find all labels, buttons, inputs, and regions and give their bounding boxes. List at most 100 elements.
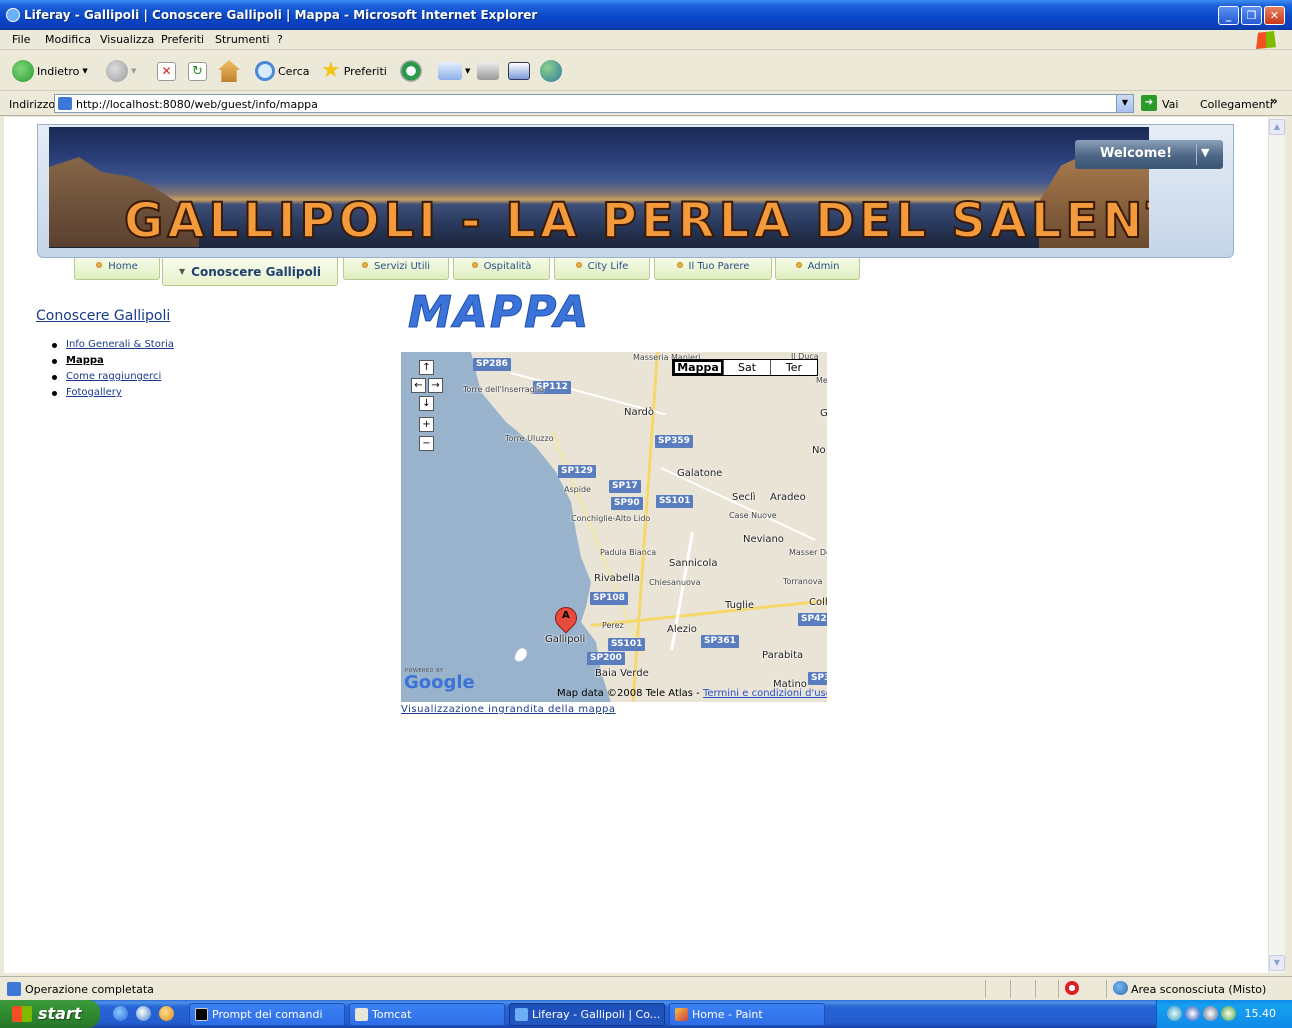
close-button[interactable]: ✕ (1264, 6, 1285, 25)
minimize-button[interactable]: _ (1218, 6, 1239, 25)
task-liferay[interactable]: Liferay - Gallipoli | Co... (509, 1003, 665, 1026)
tab-bullet-icon (361, 262, 368, 268)
ie-icon (515, 1008, 528, 1021)
welcome-dock[interactable]: Welcome! ▼ (1075, 140, 1223, 169)
task-prompt[interactable]: Prompt dei comandi (189, 1003, 345, 1026)
tab-conoscere-gallipoli[interactable]: ▼ Conoscere Gallipoli (162, 258, 338, 286)
map-place: Masser Donna L (789, 548, 827, 557)
scroll-down-icon[interactable]: ▼ (1269, 955, 1285, 971)
chevron-down-icon[interactable]: ▼ (1201, 146, 1209, 159)
back-button[interactable]: Indietro ▼ (12, 59, 88, 83)
browser-viewport: GALLIPOLI - LA PERLA DEL SALENTO Welcome… (4, 117, 1268, 973)
side-nav-title[interactable]: Conoscere Gallipoli (36, 308, 170, 324)
link-come-raggiungerci[interactable]: Come raggiungerci (66, 371, 161, 382)
pan-left-button[interactable]: ← (411, 378, 426, 393)
task-paint[interactable]: Home - Paint (669, 1003, 825, 1026)
forward-button[interactable]: ▼ (106, 59, 136, 83)
home-button[interactable] (218, 59, 240, 83)
map-place: Masseria Manieri (633, 353, 701, 362)
stop-button[interactable]: ✕ (157, 59, 176, 83)
task-tomcat[interactable]: Tomcat (349, 1003, 505, 1026)
link-info-generali[interactable]: Info Generali & Storia (66, 339, 174, 350)
quicklaunch-media-icon[interactable] (159, 1006, 174, 1021)
star-icon: ★ (321, 58, 341, 83)
popup-blocked-icon[interactable] (1065, 981, 1079, 995)
menu-modifica[interactable]: Modifica (45, 33, 91, 46)
edit-button[interactable] (508, 59, 530, 83)
print-button[interactable] (477, 59, 499, 83)
window-title-bar[interactable]: Liferay - Gallipoli | Conoscere Gallipol… (0, 0, 1292, 30)
shield-icon[interactable] (1203, 1006, 1218, 1021)
refresh-button[interactable]: ↻ (188, 59, 207, 83)
tab-label: Il Tuo Parere (688, 261, 750, 272)
tab-ospitalita[interactable]: Ospitalità (453, 258, 550, 280)
vertical-scrollbar[interactable]: ▲ ▼ (1268, 117, 1285, 973)
search-button[interactable]: Cerca (255, 59, 310, 83)
links-button[interactable]: Collegamenti (1200, 98, 1273, 111)
info-icon[interactable] (1185, 1006, 1200, 1021)
tab-admin[interactable]: Admin (775, 258, 860, 280)
zoom-in-button[interactable]: + (419, 417, 434, 432)
favorites-button[interactable]: ★ Preferiti (321, 59, 387, 83)
messenger-button[interactable] (540, 59, 562, 83)
mail-button[interactable]: ▼ (438, 59, 470, 83)
map-type-sat[interactable]: Sat (723, 360, 770, 375)
network-icon[interactable] (1167, 1006, 1182, 1021)
menu-help[interactable]: ? (277, 33, 283, 46)
forward-arrow-icon (106, 60, 128, 82)
tab-servizi-utili[interactable]: Servizi Utili (343, 258, 449, 280)
status-separator (1035, 980, 1036, 998)
welcome-separator (1196, 144, 1197, 165)
road-shield: SP3 (808, 672, 827, 685)
start-button[interactable]: start (0, 1000, 100, 1028)
map-place: Nardò (624, 407, 655, 418)
quicklaunch-ie-icon[interactable] (113, 1006, 128, 1021)
tab-city-life[interactable]: City Life (554, 258, 650, 280)
pan-down-button[interactable]: ↓ (419, 396, 434, 411)
tab-home[interactable]: Home (74, 258, 160, 280)
task-label: Home - Paint (692, 1008, 763, 1021)
map-place: Torranova (783, 577, 823, 586)
chevron-right-icon[interactable]: » (1270, 94, 1278, 108)
history-button[interactable] (400, 59, 422, 83)
search-label: Cerca (278, 64, 310, 78)
messenger-icon[interactable] (1221, 1006, 1236, 1021)
history-icon (400, 60, 422, 82)
google-map[interactable]: SP286 SP112 SP359 SP129 SP17 SP90 SS101 … (401, 352, 827, 702)
scroll-up-icon[interactable]: ▲ (1269, 119, 1285, 135)
map-place: Aspide (564, 485, 591, 494)
link-fotogallery[interactable]: Fotogallery (66, 387, 122, 398)
zoom-out-button[interactable]: − (419, 436, 434, 451)
menu-strumenti[interactable]: Strumenti (215, 33, 270, 46)
tab-label: Conoscere Gallipoli (191, 265, 321, 279)
restore-button[interactable]: ❐ (1241, 6, 1262, 25)
side-nav-item: Fotogallery (52, 387, 174, 403)
welcome-label: Welcome! (1099, 146, 1173, 161)
map-type-mappa[interactable]: Mappa (673, 360, 723, 375)
address-dropdown-icon[interactable]: ▼ (1116, 95, 1133, 112)
go-button[interactable]: Vai (1162, 98, 1178, 111)
larger-map-link[interactable]: Visualizzazione ingrandita della mappa (401, 704, 616, 715)
google-logo[interactable]: Google (404, 672, 475, 693)
menu-preferiti[interactable]: Preferiti (161, 33, 204, 46)
quicklaunch-browser-icon[interactable] (136, 1006, 151, 1021)
status-separator (985, 980, 986, 998)
go-arrow-icon[interactable]: ➔ (1141, 95, 1157, 111)
pan-up-button[interactable]: ↑ (419, 360, 434, 375)
menu-visualizza[interactable]: Visualizza (100, 33, 154, 46)
map-place: G (820, 408, 827, 419)
road-shield: SP108 (590, 592, 628, 605)
link-mappa[interactable]: Mappa (66, 355, 104, 366)
road-shield: SP359 (655, 435, 693, 448)
map-type-ter[interactable]: Ter (770, 360, 817, 375)
menu-file[interactable]: File (12, 33, 30, 46)
pan-right-button[interactable]: → (428, 378, 443, 393)
taskbar: start Prompt dei comandi Tomcat Liferay … (0, 1000, 1292, 1028)
tab-bullet-icon (471, 262, 478, 268)
map-place: Neviano (743, 534, 784, 545)
tab-il-tuo-parere[interactable]: Il Tuo Parere (654, 258, 772, 280)
terms-link[interactable]: Termini e condizioni d'uso (703, 688, 827, 699)
chevron-down-icon: ▼ (179, 267, 186, 276)
map-place: Coll (809, 597, 827, 608)
address-input[interactable]: http://localhost:8080/web/guest/info/map… (54, 94, 1134, 113)
